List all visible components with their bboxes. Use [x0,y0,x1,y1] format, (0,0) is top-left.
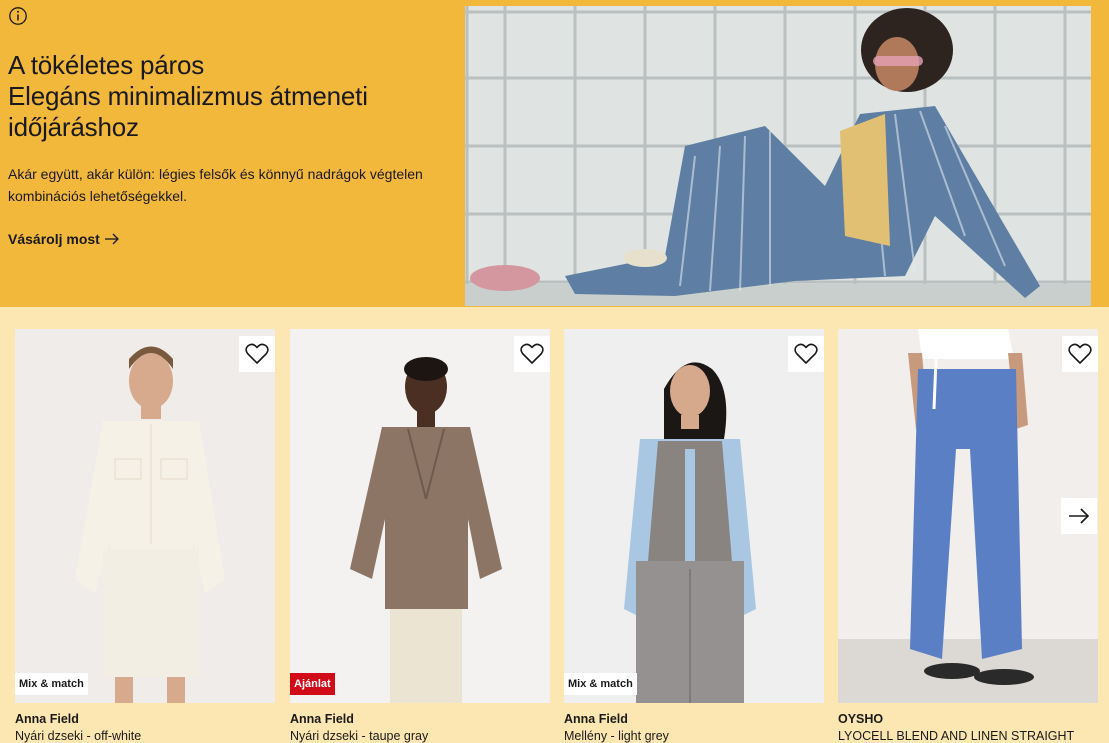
hero-photo-illustration [465,6,1091,306]
hero-image[interactable] [465,6,1091,306]
product-image[interactable] [838,329,1098,703]
product-card[interactable]: Mix & match Anna Field Nyári dzseki - of… [15,329,275,743]
heart-outline-icon [1068,343,1092,364]
carousel-next-button[interactable] [1061,498,1097,534]
product-photo-illustration [838,329,1098,703]
product-photo-illustration [290,329,550,703]
hero-title: A tökéletes páros Elegáns minimalizmus á… [8,50,458,143]
product-name: LYOCELL BLEND AND LINEN STRAIGHT [838,729,1075,743]
product-photo-illustration [15,329,275,703]
hero-title-line: időjáráshoz [8,112,139,142]
shop-now-link[interactable]: Vásárolj most [8,229,120,249]
product-carousel: Mix & match Anna Field Nyári dzseki - of… [15,329,1109,743]
arrow-right-icon [104,233,119,245]
favorite-button[interactable] [514,336,550,372]
info-circle-icon[interactable] [8,6,28,26]
product-image[interactable]: Ajánlat [290,329,550,703]
product-brand: Anna Field [290,712,354,726]
heart-outline-icon [520,343,544,364]
product-card[interactable]: OYSHO LYOCELL BLEND AND LINEN STRAIGHT [838,329,1098,743]
product-image[interactable]: Mix & match [15,329,275,703]
product-name: Nyári dzseki - off-white [15,729,142,743]
product-card[interactable]: Ajánlat Anna Field Nyári dzseki - taupe … [290,329,550,743]
hero-description: Akár együtt, akár külön: légies felsők é… [8,166,423,204]
hero-title-line: Elegáns minimalizmus átmeneti [8,81,368,111]
favorite-button[interactable] [1062,336,1098,372]
hero-title-line: A tökéletes páros [8,50,205,80]
product-name: Mellény - light grey [564,729,669,743]
mix-match-badge: Mix & match [564,673,637,695]
product-image[interactable]: Mix & match [564,329,824,703]
heart-outline-icon [245,343,269,364]
product-brand: Anna Field [15,712,79,726]
heart-outline-icon [794,343,818,364]
shop-now-label: Vásárolj most [8,231,100,247]
product-card[interactable]: Mix & match Anna Field Mellény - light g… [564,329,824,743]
product-name: Nyári dzseki - taupe gray [290,729,429,743]
mix-match-badge: Mix & match [15,673,88,695]
product-brand: OYSHO [838,712,884,726]
product-brand: Anna Field [564,712,628,726]
product-photo-illustration [564,329,824,703]
arrow-right-icon [1069,508,1090,524]
hero-banner: A tökéletes páros Elegáns minimalizmus á… [0,0,1109,307]
favorite-button[interactable] [788,336,824,372]
favorite-button[interactable] [239,336,275,372]
offer-badge: Ajánlat [290,673,335,695]
